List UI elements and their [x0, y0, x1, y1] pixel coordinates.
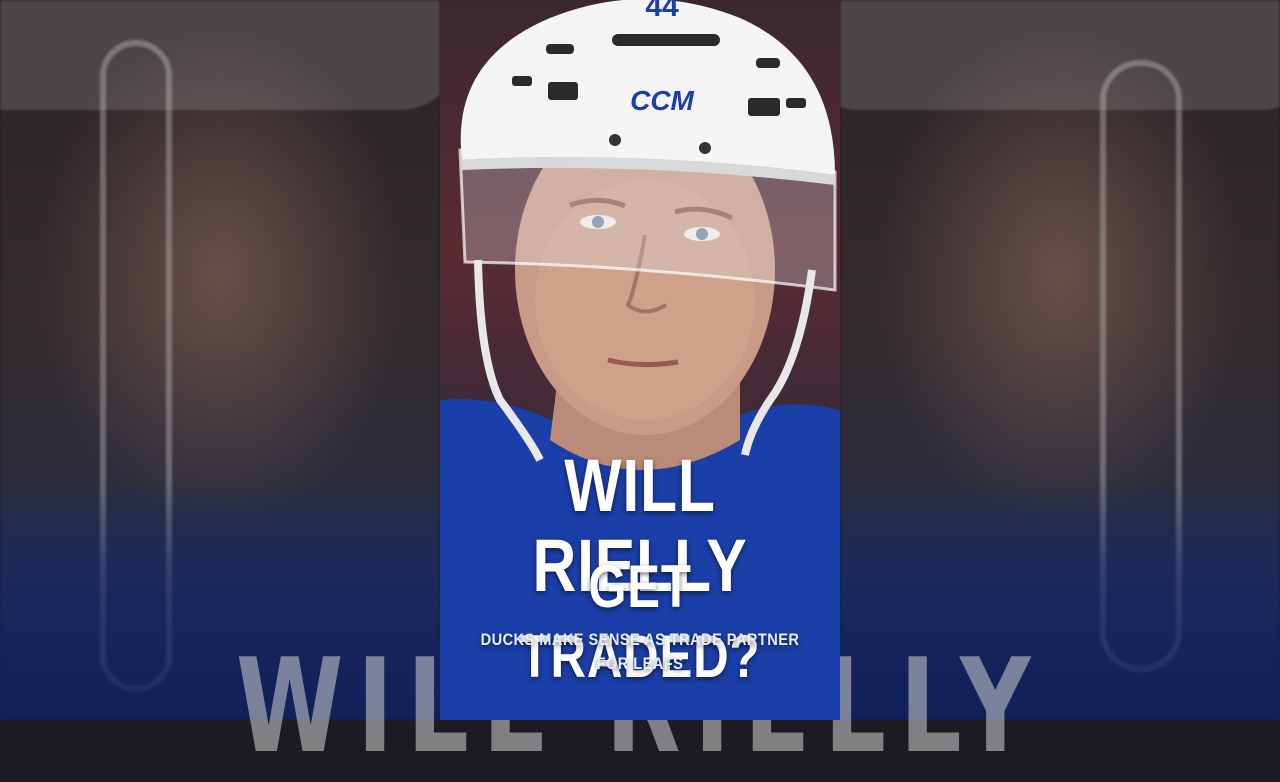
blurred-helmet-edge: [0, 0, 440, 110]
blurred-background-right: [840, 0, 1280, 720]
helmet-vent: [612, 34, 720, 46]
helmet-number: 44: [645, 0, 679, 23]
blurred-background-left: [0, 0, 440, 720]
headline-subtitle: DUCKS MAKE SENSE AS TRADE PARTNER FOR LE…: [480, 630, 800, 673]
blurred-helmet-edge: [840, 0, 1280, 110]
helmet-brand-logo: CCM: [630, 85, 694, 116]
